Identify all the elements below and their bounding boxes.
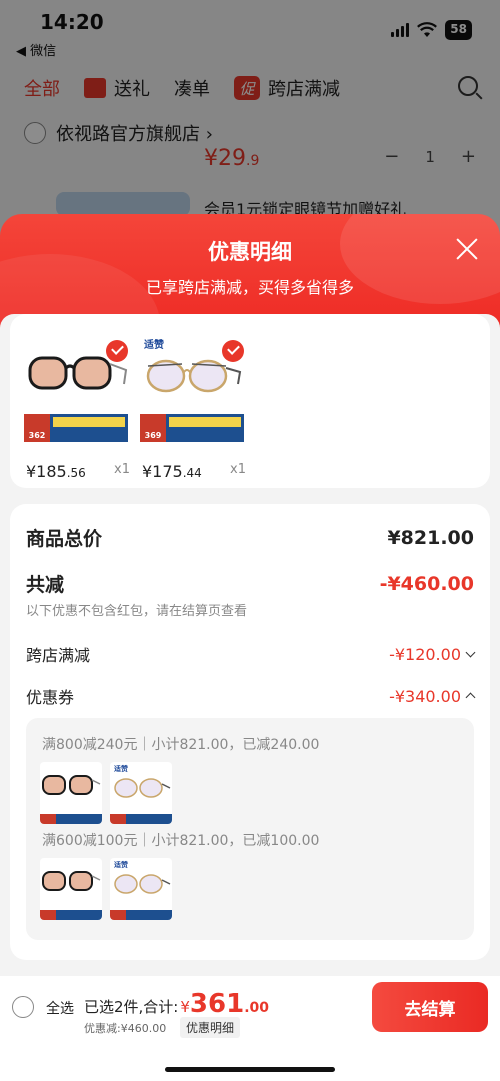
total-price-label: 商品总价 [26,528,103,550]
chevron-down-icon[interactable] [465,647,476,657]
cross-store-label: 跨店满减 [26,646,91,665]
discount-sheet-body: 362 ¥185.56 x1 适赞 369 ¥175.44 x1 商品总价 ¥8… [0,314,500,976]
coupon-products: 适赞 [40,858,172,920]
coupon-rule: 满600减100元｜小计821.00，已减100.00 [42,833,320,849]
select-all-label[interactable]: 全选 [46,998,74,1018]
product-thumbnail: 适赞 [110,858,172,920]
chevron-up-icon[interactable] [465,692,476,703]
product-price: ¥175.44 [142,462,202,481]
select-all-checkbox[interactable] [12,996,34,1018]
promo-tag: 362 [24,414,128,442]
promo-tag: 369 [140,414,244,442]
total-summary: 已选2件,合计: ¥ 361 .00 [84,989,270,1019]
product-thumbnail [40,858,102,920]
product-card: 362 ¥185.56 x1 适赞 369 ¥175.44 x1 [10,314,490,488]
product-image: 362 [24,338,128,442]
coupon-label: 优惠券 [26,688,75,707]
product-thumbnail [40,762,102,824]
product-quantity: x1 [230,462,246,477]
coupon-row[interactable]: 优惠券 -¥340.00 [26,684,476,708]
cross-store-value: -¥120.00 [389,644,461,664]
product-thumbnail: 适赞 [110,762,172,824]
checkout-button[interactable]: 去结算 [372,982,488,1032]
product-price: ¥185.56 [26,462,86,481]
sheet-subtitle: 已享跨店满减，买得多省得多 [145,278,354,297]
sheet-title: 优惠明细 [208,240,292,264]
total-reduce-label: 共减 [26,574,65,596]
discount-note: 以下优惠不包含红包，请在结算页查看 [26,604,248,619]
product-item[interactable]: 362 ¥185.56 x1 [24,338,132,481]
home-indicator[interactable] [165,1067,335,1072]
summary-card: 商品总价 ¥821.00 共减 -¥460.00 以下优惠不包含红包，请在结算页… [10,504,490,960]
total-price-value: ¥821.00 [387,526,474,549]
discount-detail-button[interactable]: 优惠明细 [180,1017,241,1038]
total-amount: 361 [189,989,245,1019]
coupon-products: 适赞 [40,762,172,824]
coupon-value: -¥340.00 [389,686,461,706]
product-quantity: x1 [114,462,130,477]
total-price-row: 商品总价 ¥821.00 [26,524,474,551]
coupon-rule: 满800减240元｜小计821.00，已减240.00 [42,737,320,753]
checkout-bar: 全选 已选2件,合计: ¥ 361 .00 优惠减:¥460.00 优惠明细 去… [0,976,500,1081]
checked-icon[interactable] [222,340,244,362]
discount-amount: 优惠减:¥460.00 [84,1022,167,1035]
cross-store-row[interactable]: 跨店满减 -¥120.00 [26,642,476,666]
selected-count-text: 已选2件,合计: [84,998,179,1016]
total-reduce-value: -¥460.00 [379,572,474,595]
product-item[interactable]: 适赞 369 ¥175.44 x1 [140,338,248,481]
brand-logo: 适赞 [144,340,164,351]
coupon-detail-box: 满800减240元｜小计821.00，已减240.00 适赞 满600减100元… [26,718,474,940]
total-reduce-row: 共减 -¥460.00 [26,570,474,597]
product-image: 适赞 369 [140,338,244,442]
close-button[interactable] [454,236,480,262]
checked-icon[interactable] [106,340,128,362]
